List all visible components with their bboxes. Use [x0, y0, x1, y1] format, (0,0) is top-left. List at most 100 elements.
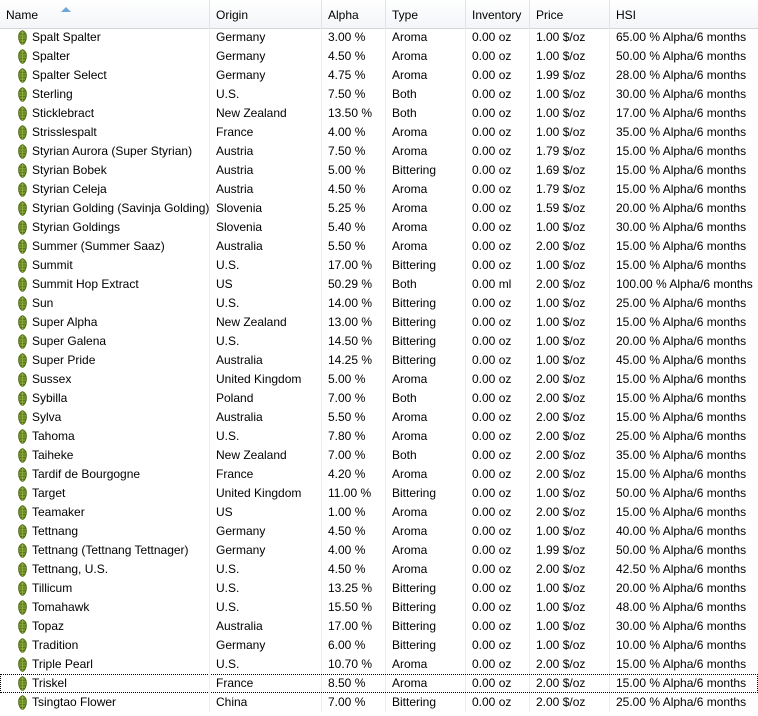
- cell-inventory: 0.00 oz: [466, 104, 530, 123]
- cell-alpha-text: 6.00 %: [328, 638, 366, 652]
- cell-hsi-text: 15.00 % Alpha/6 months: [616, 315, 747, 329]
- column-header-type[interactable]: Type: [386, 0, 466, 28]
- column-header-inventory[interactable]: Inventory: [466, 0, 530, 28]
- cell-type: Bittering: [386, 351, 466, 370]
- table-row[interactable]: Sybilla Poland 7.00 % Both 0.00 oz 2.00 $/oz 1…: [0, 389, 758, 408]
- cell-name-text: Styrian Goldings: [32, 220, 121, 234]
- table-row[interactable]: Strisslespalt France 4.00 % Aroma 0.00 oz 1.0…: [0, 123, 758, 142]
- table-row[interactable]: Sterling U.S. 7.50 % Both 0.00 oz 1.00 $/oz 30…: [0, 85, 758, 104]
- table-row[interactable]: Tomahawk U.S. 15.50 % Bittering 0.00 oz 1.00 …: [0, 598, 758, 617]
- cell-type: Bittering: [386, 332, 466, 351]
- cell-price-text: 1.00 $/oz: [536, 315, 586, 329]
- cell-name-text: Triple Pearl: [32, 657, 93, 671]
- cell-alpha-text: 14.00 %: [328, 296, 373, 310]
- table-row[interactable]: Tahoma U.S. 7.80 % Aroma 0.00 oz 2.00 $/oz 25.…: [0, 427, 758, 446]
- cell-origin: Germany: [210, 522, 322, 541]
- column-header-price[interactable]: Price: [530, 0, 610, 28]
- cell-origin-text: US: [216, 277, 233, 291]
- hop-icon: [18, 543, 27, 558]
- table-row[interactable]: Topaz Australia 17.00 % Bittering 0.00 oz 1.0…: [0, 617, 758, 636]
- cell-alpha: 4.20 %: [322, 465, 386, 484]
- table-row[interactable]: Summit Hop Extract US 50.29 % Both 0.00 ml 2.…: [0, 275, 758, 294]
- cell-alpha-text: 13.00 %: [328, 315, 373, 329]
- cell-hsi-text: 15.00 % Alpha/6 months: [616, 676, 747, 690]
- table-row[interactable]: Taiheke New Zealand 7.00 % Both 0.00 oz 2.00 …: [0, 446, 758, 465]
- cell-type: Bittering: [386, 598, 466, 617]
- table-row[interactable]: Sticklebract New Zealand 13.50 % Both 0.00 o…: [0, 104, 758, 123]
- table-row[interactable]: Tillicum U.S. 13.25 % Bittering 0.00 oz 1.00 …: [0, 579, 758, 598]
- cell-inventory: 0.00 oz: [466, 693, 530, 712]
- cell-price: 2.00 $/oz: [530, 408, 610, 427]
- table-header: Name Origin Alpha Type Inventory Price H…: [0, 0, 758, 29]
- cell-hsi: 40.00 % Alpha/6 months: [610, 522, 758, 541]
- cell-name: Styrian Bobek: [0, 161, 210, 180]
- table-row[interactable]: Tradition Germany 6.00 % Bittering 0.00 oz 1.…: [0, 636, 758, 655]
- cell-origin-text: U.S.: [216, 334, 240, 348]
- cell-origin-text: New Zealand: [216, 315, 287, 329]
- table-row[interactable]: Summer (Summer Saaz) Australia 5.50 % Aroma…: [0, 237, 758, 256]
- table-row[interactable]: Sun U.S. 14.00 % Bittering 0.00 oz 1.00 $/oz 2…: [0, 294, 758, 313]
- table-row[interactable]: Spalt Spalter Germany 3.00 % Aroma 0.00 oz 1.…: [0, 28, 758, 47]
- cell-origin-text: Germany: [216, 543, 266, 557]
- cell-price-text: 1.79 $/oz: [536, 182, 586, 196]
- cell-alpha-text: 4.50 %: [328, 524, 366, 538]
- cell-origin-text: U.S.: [216, 562, 240, 576]
- cell-origin: France: [210, 123, 322, 142]
- cell-type: Bittering: [386, 313, 466, 332]
- hop-icon: [18, 695, 27, 710]
- cell-name-text: Spalter Select: [32, 68, 107, 82]
- table-row[interactable]: Styrian Celeja Austria 4.50 % Aroma 0.00 oz 1…: [0, 180, 758, 199]
- column-header-alpha[interactable]: Alpha: [322, 0, 386, 28]
- cell-price-text: 1.00 $/oz: [536, 638, 586, 652]
- table-row[interactable]: Tsingtao Flower China 7.00 % Bittering 0.00 …: [0, 693, 758, 712]
- cell-price: 1.00 $/oz: [530, 104, 610, 123]
- table-row[interactable]: Spalter Select Germany 4.75 % Aroma 0.00 oz 1…: [0, 66, 758, 85]
- cell-hsi-text: 35.00 % Alpha/6 months: [616, 448, 747, 462]
- cell-origin-text: New Zealand: [216, 448, 287, 462]
- table-row[interactable]: Styrian Aurora (Super Styrian) Austria 7.5…: [0, 142, 758, 161]
- cell-inventory: 0.00 oz: [466, 427, 530, 446]
- column-header-hsi[interactable]: HSI: [610, 0, 758, 28]
- cell-name-text: Tomahawk: [32, 600, 90, 614]
- table-row[interactable]: Super Alpha New Zealand 13.00 % Bittering 0.…: [0, 313, 758, 332]
- table-row[interactable]: Tettnang (Tettnang Tettnager) Germany 4.00…: [0, 541, 758, 560]
- cell-type-text: Aroma: [392, 524, 428, 538]
- table-row[interactable]: Styrian Goldings Slovenia 5.40 % Aroma 0.00 …: [0, 218, 758, 237]
- table-row[interactable]: Teamaker US 1.00 % Aroma 0.00 oz 2.00 $/oz 15.…: [0, 503, 758, 522]
- hop-icon: [18, 676, 27, 691]
- table-row[interactable]: Target United Kingdom 11.00 % Bittering 0.00…: [0, 484, 758, 503]
- cell-alpha-text: 13.25 %: [328, 581, 373, 595]
- cell-origin: Australia: [210, 351, 322, 370]
- column-header-name[interactable]: Name: [0, 0, 210, 28]
- table-row[interactable]: Super Pride Australia 14.25 % Bittering 0.00…: [0, 351, 758, 370]
- cell-price-text: 2.00 $/oz: [536, 410, 586, 424]
- cell-name-text: Tsingtao Flower: [32, 695, 117, 709]
- table-row[interactable]: Tettnang Germany 4.50 % Aroma 0.00 oz 1.00 $/…: [0, 522, 758, 541]
- table-row[interactable]: Styrian Bobek Austria 5.00 % Bittering 0.00 …: [0, 161, 758, 180]
- cell-hsi: 50.00 % Alpha/6 months: [610, 484, 758, 503]
- cell-origin: Germany: [210, 636, 322, 655]
- cell-name: Styrian Golding (Savinja Golding): [0, 199, 210, 218]
- column-header-origin[interactable]: Origin: [210, 0, 322, 28]
- cell-origin-text: Germany: [216, 30, 266, 44]
- cell-hsi-text: 50.00 % Alpha/6 months: [616, 543, 747, 557]
- table-row[interactable]: Triple Pearl U.S. 10.70 % Aroma 0.00 oz 2.00 …: [0, 655, 758, 674]
- cell-alpha-text: 5.50 %: [328, 239, 366, 253]
- cell-hsi: 15.00 % Alpha/6 months: [610, 180, 758, 199]
- cell-origin: France: [210, 465, 322, 484]
- cell-hsi: 15.00 % Alpha/6 months: [610, 503, 758, 522]
- cell-price: 1.79 $/oz: [530, 142, 610, 161]
- table-row[interactable]: Super Galena U.S. 14.50 % Bittering 0.00 oz 1…: [0, 332, 758, 351]
- cell-name-text: Taiheke: [32, 448, 74, 462]
- cell-hsi: 15.00 % Alpha/6 months: [610, 465, 758, 484]
- table-row[interactable]: Sussex United Kingdom 5.00 % Aroma 0.00 oz 2.…: [0, 370, 758, 389]
- table-row[interactable]: Sylva Australia 5.50 % Aroma 0.00 oz 2.00 $/o…: [0, 408, 758, 427]
- table-row[interactable]: Styrian Golding (Savinja Golding) Sloveni…: [0, 199, 758, 218]
- table-row[interactable]: Tardif de Bourgogne France 4.20 % Aroma 0.00…: [0, 465, 758, 484]
- cell-inventory-text: 0.00 oz: [472, 524, 512, 538]
- table-row[interactable]: Spalter Germany 4.50 % Aroma 0.00 oz 1.00 $/o…: [0, 47, 758, 66]
- table-row[interactable]: Summit U.S. 17.00 % Bittering 0.00 oz 1.00 $/…: [0, 256, 758, 275]
- table-row[interactable]: Tettnang, U.S. U.S. 4.50 % Aroma 0.00 oz 2.00…: [0, 560, 758, 579]
- cell-inventory-text: 0.00 oz: [472, 315, 512, 329]
- table-row[interactable]: Triskel France 8.50 % Aroma 0.00 oz 2.00 $/oz…: [0, 674, 758, 693]
